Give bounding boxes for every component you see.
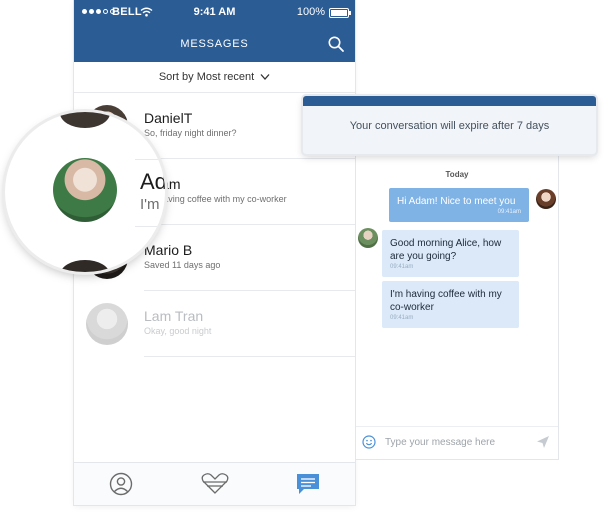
tab-bar <box>74 462 355 505</box>
conversation-name: DanielT <box>144 110 193 126</box>
magnifier-lens: Adam I'm <box>5 112 165 272</box>
message-text: I'm having coffee with my co-worker <box>390 289 502 313</box>
avatar <box>53 158 117 222</box>
battery-percent: 100% <box>296 6 325 18</box>
divider <box>135 159 165 160</box>
chevron-down-icon <box>260 74 270 80</box>
message-input[interactable]: Type your message here <box>385 437 495 448</box>
smile-icon[interactable] <box>362 435 376 449</box>
search-icon[interactable] <box>327 35 345 53</box>
magnified-preview: I'm <box>140 196 160 213</box>
magnified-name: Adam <box>140 169 165 194</box>
notification-text: Your conversation will expire after 7 da… <box>349 120 550 132</box>
banner-header <box>303 96 596 106</box>
header-bar: MESSAGES <box>74 26 355 62</box>
conversation-item[interactable]: Lam Tran Okay, good night <box>74 291 355 357</box>
page-title: MESSAGES <box>180 38 249 50</box>
battery-icon <box>329 8 351 18</box>
conversation-preview: I'm having coffee with my co-worker <box>144 194 287 204</box>
avatar <box>86 303 128 345</box>
message-time: 09:41am <box>390 315 414 321</box>
message-text: Hi Adam! Nice to meet you <box>397 196 516 207</box>
sort-dropdown[interactable]: Sort by Most recent <box>74 62 355 93</box>
chat-day-label: Today <box>445 170 469 179</box>
messages-icon[interactable] <box>295 471 321 497</box>
profile-icon[interactable] <box>108 471 134 497</box>
divider <box>144 356 355 357</box>
message-composer: Type your message here <box>356 426 558 459</box>
heart-icon[interactable] <box>200 471 230 497</box>
status-bar: BELL 9:41 AM 100% <box>74 0 355 26</box>
message-bubble-incoming: I'm having coffee with my co-worker 09:4… <box>382 281 519 328</box>
message-time: 09:41am <box>390 264 414 270</box>
conversation-preview: So, friday night dinner? <box>144 128 237 138</box>
message-bubble-outgoing: Hi Adam! Nice to meet you 09:41am <box>389 188 529 222</box>
conversation-preview: Saved 11 days ago <box>144 260 221 270</box>
avatar <box>536 189 556 209</box>
avatar <box>60 112 110 128</box>
send-icon[interactable] <box>536 435 550 449</box>
message-time: 09:41am <box>497 209 521 215</box>
conversation-name: Lam Tran <box>144 308 204 324</box>
conversation-name: Mario B <box>144 242 193 258</box>
sort-label: Sort by Most recent <box>158 71 255 83</box>
expiry-notification: Your conversation will expire after 7 da… <box>303 96 596 154</box>
stage: BELL 9:41 AM 100% MESSAGES Sort by Most … <box>0 0 604 514</box>
divider <box>135 226 165 227</box>
avatar <box>60 260 110 272</box>
conversation-preview: Okay, good night <box>144 326 212 336</box>
avatar <box>358 228 378 248</box>
message-bubble-incoming: Good morning Alice, how are you going? 0… <box>382 230 519 277</box>
message-text: Good morning Alice, how are you going? <box>390 238 502 262</box>
